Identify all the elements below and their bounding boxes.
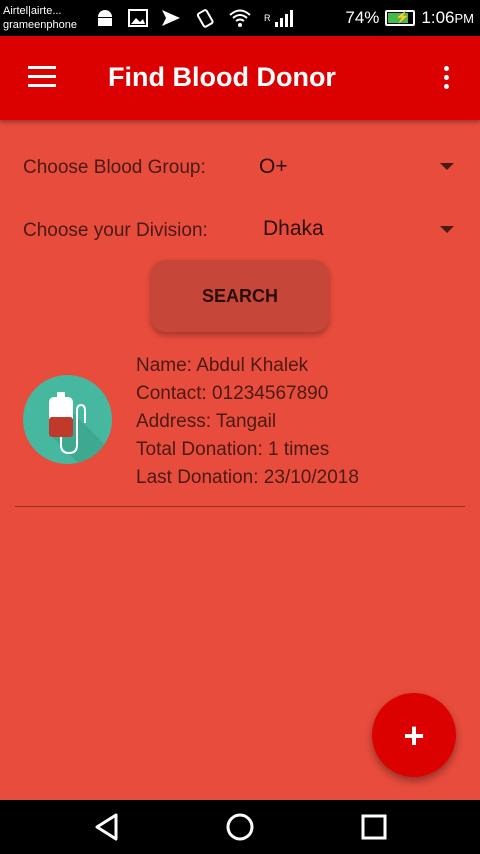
blood-group-label: Choose Blood Group:: [23, 157, 206, 178]
blood-group-value: O+: [259, 155, 288, 178]
donor-last-donation: Last Donation: 23/10/2018: [136, 467, 359, 488]
recents-icon[interactable]: [360, 813, 388, 841]
plus-icon: +: [403, 715, 425, 756]
app-bar: Find Blood Donor: [0, 36, 480, 120]
donor-total-donation: Total Donation: 1 times: [136, 439, 330, 460]
donor-address: Address: Tangail: [136, 411, 277, 432]
donor-name: Name: Abdul Khalek: [136, 355, 309, 376]
status-right: 74% ⚡ 1:06PM: [345, 0, 474, 36]
division-value: Dhaka: [263, 217, 324, 240]
signal-icon: [274, 10, 293, 27]
chevron-down-icon: [440, 226, 454, 233]
clock-ampm: PM: [454, 11, 475, 26]
app-title: Find Blood Donor: [108, 62, 336, 92]
wifi-icon: [229, 9, 251, 27]
hamburger-icon[interactable]: [28, 66, 56, 88]
carrier-line-2: grameenphone: [3, 19, 78, 31]
clock: 1:06PM: [421, 8, 474, 28]
battery-charging-icon: ⚡: [385, 10, 416, 26]
image-icon: [128, 9, 148, 27]
division-label: Choose your Division:: [23, 220, 208, 241]
donor-details: Name: Abdul Khalek Contact: 01234567890 …: [136, 352, 359, 492]
battery-percent: 74%: [345, 8, 380, 27]
donor-contact: Contact: 01234567890: [136, 383, 329, 404]
vibrate-icon: [196, 9, 214, 28]
add-fab-button[interactable]: +: [372, 693, 456, 777]
network-tag: R: [264, 13, 271, 23]
blood-bag-icon: [23, 375, 112, 464]
more-vert-icon[interactable]: [440, 64, 452, 92]
status-bar: Airtel|airte... grameenphone R 74% ⚡ 1:0…: [0, 0, 480, 36]
back-icon[interactable]: [92, 812, 122, 842]
carrier-info: Airtel|airte... grameenphone: [3, 4, 77, 32]
list-divider: [15, 506, 465, 507]
clock-time: 1:06: [421, 8, 455, 27]
chevron-down-icon: [440, 163, 454, 170]
navigation-bar: [0, 800, 480, 854]
search-button[interactable]: SEARCH: [151, 260, 329, 332]
notification-icons: R: [94, 6, 295, 30]
carrier-line-1: Airtel|airte...: [3, 5, 62, 17]
android-icon: [98, 10, 112, 26]
home-icon[interactable]: [225, 812, 255, 842]
send-icon: [162, 10, 180, 26]
